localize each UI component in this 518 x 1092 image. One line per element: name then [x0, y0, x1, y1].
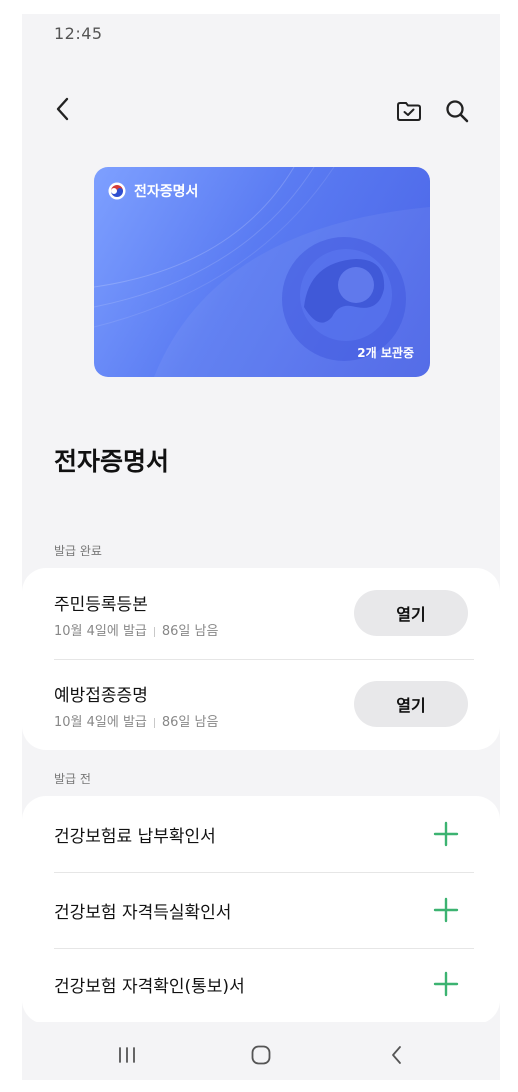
list-item[interactable]: 예방접종증명 10월 4일에 발급 86일 남음 열기	[22, 659, 500, 750]
issued-section-label: 발급 완료	[54, 544, 102, 558]
page-title: 전자증명서	[54, 447, 170, 476]
remaining-days: 86일 남음	[161, 715, 219, 730]
plus-icon[interactable]	[432, 896, 460, 924]
phone-screen: 12:45 전자증명서 2개 보관중 전자증명서 발급 완료 주민등록등본 10…	[22, 14, 500, 1080]
government-logo-icon	[108, 182, 126, 200]
plus-icon[interactable]	[432, 970, 460, 998]
search-icon	[446, 100, 469, 123]
recent-apps-icon	[119, 1047, 135, 1063]
home-icon	[251, 1045, 271, 1065]
open-button[interactable]: 열기	[354, 681, 468, 727]
not-issued-section-label: 발급 전	[54, 772, 91, 786]
meta-divider	[153, 717, 155, 728]
list-item[interactable]: 건강보험 자격확인(통보)서	[22, 948, 500, 1024]
card-title: 전자증명서	[134, 184, 199, 200]
certificate-name: 건강보험 자격확인(통보)서	[54, 977, 245, 997]
issued-list: 주민등록등본 10월 4일에 발급 86일 남음 열기 예방접종증명 10월 4일…	[22, 568, 500, 750]
issued-date: 10월 4일에 발급	[54, 715, 147, 730]
plus-icon[interactable]	[432, 820, 460, 848]
meta-divider	[153, 626, 155, 637]
not-issued-list: 건강보험료 납부확인서 건강보험 자격득실확인서 건강보험 자격확인(통보)서	[22, 796, 500, 1024]
list-item[interactable]: 건강보험료 납부확인서	[22, 796, 500, 872]
issued-date: 10월 4일에 발급	[54, 624, 147, 639]
certificate-name: 건강보험 자격득실확인서	[54, 903, 232, 923]
certificate-card[interactable]: 전자증명서 2개 보관중	[94, 167, 430, 377]
back-button[interactable]	[48, 94, 78, 124]
nav-back-button[interactable]	[382, 1040, 412, 1070]
certificate-meta: 10월 4일에 발급 86일 남음	[54, 711, 218, 730]
remaining-days: 86일 남음	[161, 624, 219, 639]
list-item[interactable]: 건강보험 자격득실확인서	[22, 872, 500, 948]
certificate-name: 주민등록등본	[54, 595, 148, 615]
certificate-name: 건강보험료 납부확인서	[54, 827, 216, 847]
card-count: 2개 보관중	[357, 346, 414, 360]
recent-apps-button[interactable]	[112, 1040, 142, 1070]
saved-documents-button[interactable]	[394, 96, 424, 126]
open-button[interactable]: 열기	[354, 590, 468, 636]
search-button[interactable]	[442, 96, 472, 126]
home-button[interactable]	[246, 1040, 276, 1070]
chevron-left-icon	[56, 97, 69, 121]
top-app-bar	[22, 86, 500, 134]
back-icon	[392, 1046, 401, 1064]
certificate-meta: 10월 4일에 발급 86일 남음	[54, 620, 218, 639]
certificate-name: 예방접종증명	[54, 686, 148, 706]
system-nav-bar	[22, 1022, 500, 1080]
status-time: 12:45	[54, 24, 103, 43]
list-item[interactable]: 주민등록등본 10월 4일에 발급 86일 남음 열기	[22, 568, 500, 659]
folder-check-icon	[397, 102, 421, 121]
